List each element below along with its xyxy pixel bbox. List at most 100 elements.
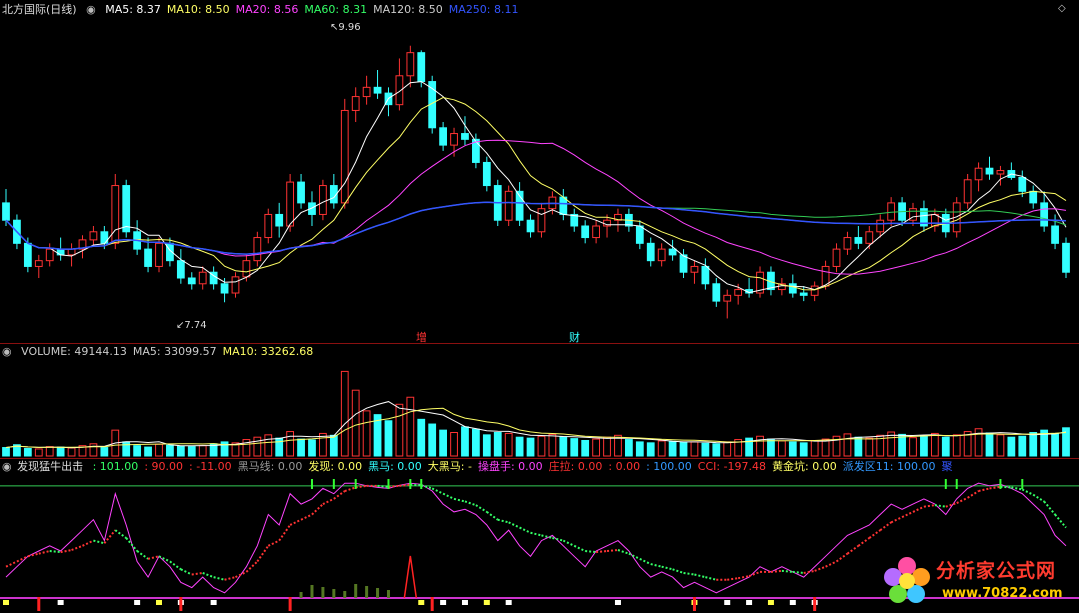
volume-bar: [1029, 432, 1038, 457]
candle-body: [264, 213, 273, 239]
ma5-line: [5, 81, 1067, 294]
trader-line: [519, 526, 531, 534]
volume-bar: [941, 436, 950, 457]
trader-line: [989, 485, 1001, 490]
candle-body: [668, 248, 677, 256]
trader-line: [388, 484, 400, 488]
volume-bar: [777, 440, 786, 457]
volume-bar: [930, 432, 939, 457]
candle-body: [373, 86, 382, 94]
candle-body: [788, 283, 797, 294]
volume-bar: [253, 436, 262, 457]
volume-bar: [155, 443, 163, 457]
volume-bar: [701, 442, 710, 457]
trader-line: [552, 537, 564, 542]
volume-bar: [854, 436, 863, 457]
trader-line: [267, 539, 280, 547]
candle-body: [843, 237, 852, 250]
volume-bar: [220, 441, 229, 457]
volume-bar: [712, 443, 721, 457]
signal-marker: 增: [416, 331, 427, 344]
volume-bar: [581, 439, 590, 457]
candle-body: [734, 289, 743, 296]
volume-bar: [592, 438, 600, 457]
volume-bar: [176, 445, 185, 457]
trader-line: [158, 555, 171, 563]
trader-line: [300, 513, 313, 521]
volume-bar: [559, 436, 568, 457]
candle-body: [198, 271, 207, 285]
red-signal-bar: [692, 597, 696, 611]
trader-line: [27, 552, 40, 558]
volume-bar: [657, 440, 666, 457]
trader-line: [901, 511, 914, 519]
volume-bar: [340, 370, 349, 457]
trader-line: [661, 565, 673, 571]
trader-line: [180, 568, 193, 576]
trader-line: [1043, 500, 1056, 516]
volume-bar: [308, 439, 316, 457]
trader-line: [879, 521, 892, 531]
volume-bar: [67, 447, 76, 457]
accumulation-bar: [376, 588, 380, 598]
volume-bar: [624, 439, 633, 457]
watermark: 分析家公式网 www.70822.com: [878, 552, 1076, 608]
bottom-marker: [789, 600, 796, 605]
trader-line: [727, 577, 739, 581]
candle-body: [122, 185, 131, 233]
volume-bar: [2, 447, 10, 457]
trader-line: [49, 550, 61, 554]
trader-line: [169, 560, 182, 571]
candle-body: [876, 219, 885, 233]
trader-line: [311, 503, 324, 516]
candle-body: [340, 109, 349, 204]
volume-bar: [909, 437, 917, 457]
volume-bar: [428, 423, 437, 457]
stock-chart[interactable]: [0, 0, 1079, 613]
candle-body: [996, 170, 1005, 175]
candle-body: [592, 225, 600, 239]
volume-bar: [1007, 436, 1016, 457]
volume-bar: [985, 432, 994, 457]
trader-line: [694, 573, 706, 579]
ma60-line: [5, 201, 1067, 255]
candle-body: [581, 225, 590, 239]
candle-body: [155, 242, 163, 267]
trader-line: [125, 537, 138, 552]
volume-bar: [187, 446, 196, 457]
candle-body: [723, 294, 732, 302]
candle-body: [23, 242, 32, 267]
volume-bar: [122, 441, 131, 457]
trader-line: [5, 560, 18, 568]
volume-bar: [920, 435, 928, 457]
bottom-marker: [724, 600, 731, 605]
volume-bar: [548, 433, 557, 457]
candle-body: [362, 86, 371, 98]
volume-bar: [395, 403, 404, 457]
trader-line: [344, 486, 357, 492]
trader-line: [857, 537, 870, 547]
candle-body: [1040, 202, 1049, 227]
volume-bar: [646, 442, 655, 457]
bottom-marker: [3, 600, 9, 605]
volume-bar: [329, 434, 338, 457]
trader-line: [770, 569, 782, 573]
bottom-marker: [614, 600, 621, 605]
candle-body: [799, 292, 808, 296]
trader-line: [683, 571, 695, 576]
volume-bar: [198, 445, 207, 457]
volume-bar: [865, 437, 874, 457]
signal-marker: 财: [569, 331, 580, 344]
trader-line: [475, 504, 488, 513]
candle-body: [1018, 176, 1027, 192]
volume-bar: [810, 439, 819, 457]
trader-line: [38, 550, 50, 555]
candle-body: [810, 285, 819, 296]
flower-logo-icon: [884, 557, 930, 603]
candle-body: [482, 161, 491, 187]
trader-line: [934, 504, 946, 508]
volume-bar: [996, 434, 1005, 457]
volume-bar: [603, 436, 611, 457]
candle-body: [286, 181, 295, 227]
bottom-marker: [767, 600, 774, 605]
